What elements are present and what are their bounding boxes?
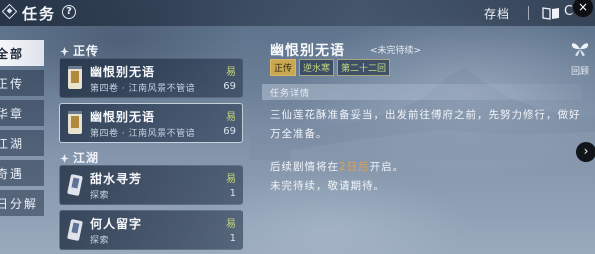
detail-section-header: 任务详情 [262, 84, 582, 100]
tag-region: 逆水寒 [299, 59, 335, 76]
quest-level: 1 [229, 233, 236, 244]
tab-chapter[interactable]: 华章 [0, 100, 44, 126]
quest-subtitle: 第四卷 · 江南风景不管谙 [90, 129, 196, 139]
quest-card-selected[interactable]: 幽恨别无语 第四卷 · 江南风景不管谙 易 69 [59, 103, 243, 143]
next-arrow-icon[interactable]: › [576, 142, 595, 162]
tag-type: 正传 [270, 59, 297, 76]
tab-label: 江湖 [0, 137, 25, 151]
section-label: 正传 [73, 44, 100, 58]
tab-label: 正传 [0, 77, 25, 91]
category-tabs: 全部 正传 华章 江湖 奇遇 日分解 [0, 40, 44, 220]
tab-label: 奇遇 [0, 167, 25, 181]
follow-time: 2日后 [339, 161, 370, 173]
quest-card[interactable]: 甜水寻芳 探索 易 1 [59, 165, 243, 205]
divider [528, 6, 529, 20]
quest-card[interactable]: 何人留字 探索 易 1 [59, 210, 243, 250]
quest-subtitle: 第四卷 · 江南风景不管谙 [90, 84, 196, 94]
quest-name: 甜水寻芳 [90, 172, 143, 186]
difficulty-label: 易 [226, 219, 236, 230]
pending-notice: 未完待续，敬请期待。 [270, 180, 385, 192]
tag-chapter: 第二十二回 [337, 59, 391, 76]
quest-name: 幽恨别无语 [90, 65, 156, 79]
review-button[interactable]: 回顾 [568, 40, 592, 77]
section-header-main: 正传 [60, 42, 99, 59]
follow-prefix: 后续剧情将在 [270, 161, 339, 173]
tab-label: 日分解 [0, 197, 39, 211]
quest-name: 幽恨别无语 [90, 110, 156, 124]
quest-detail-title: 幽恨别无语 [270, 43, 345, 59]
quest-card[interactable]: 幽恨别无语 第四卷 · 江南风景不管谙 易 69 [59, 58, 243, 98]
review-label: 回顾 [570, 67, 589, 77]
scroll-icon [68, 111, 82, 134]
difficulty-label: 易 [226, 174, 236, 185]
tab-jianghu[interactable]: 江湖 [0, 130, 44, 156]
quest-level: 69 [223, 81, 236, 92]
difficulty-label: 易 [226, 112, 236, 123]
tab-all[interactable]: 全部 [0, 40, 44, 66]
quest-subtitle: 探索 [90, 236, 110, 246]
tab-label: 全部 [0, 47, 25, 61]
quest-description: 三仙莲花酥准备妥当，出发前往傅府之前，先努力修行，做好万全准备。 [270, 109, 581, 140]
menu-diamond-icon[interactable] [1, 3, 18, 20]
tab-label: 华章 [0, 107, 25, 121]
scroll-icon [67, 219, 83, 241]
quest-level: 69 [223, 126, 236, 137]
page-title: 任务 [22, 5, 57, 23]
lotus-icon [60, 47, 69, 56]
save-button[interactable]: 存档 [484, 5, 510, 22]
help-icon[interactable]: ? [62, 5, 76, 19]
tab-encounter[interactable]: 奇遇 [0, 160, 44, 186]
scroll-icon [68, 66, 82, 89]
section-label: 江湖 [73, 151, 100, 165]
tab-main-story[interactable]: 正传 [0, 70, 44, 96]
quest-tags: 正传 逆水寒 第二十二回 [270, 59, 391, 76]
quest-subtitle: 探索 [90, 191, 110, 201]
follow-up-notice: 后续剧情将在2日后开启。 [270, 159, 404, 174]
quest-level: 1 [229, 188, 236, 199]
difficulty-label: 易 [226, 67, 236, 78]
scroll-icon [67, 174, 83, 196]
butterfly-icon [571, 43, 589, 57]
top-bar: 任务 ? 存档 C [0, 0, 595, 26]
follow-suffix: 开启。 [369, 161, 405, 173]
lotus-icon [60, 154, 69, 163]
quest-name: 何人留字 [90, 217, 143, 231]
detail-section-label: 任务详情 [270, 89, 311, 99]
tab-daily[interactable]: 日分解 [0, 190, 44, 216]
book-icon[interactable] [542, 6, 560, 20]
quest-status: <未完待续> [370, 46, 422, 56]
section-header-jianghu: 江湖 [60, 149, 99, 166]
